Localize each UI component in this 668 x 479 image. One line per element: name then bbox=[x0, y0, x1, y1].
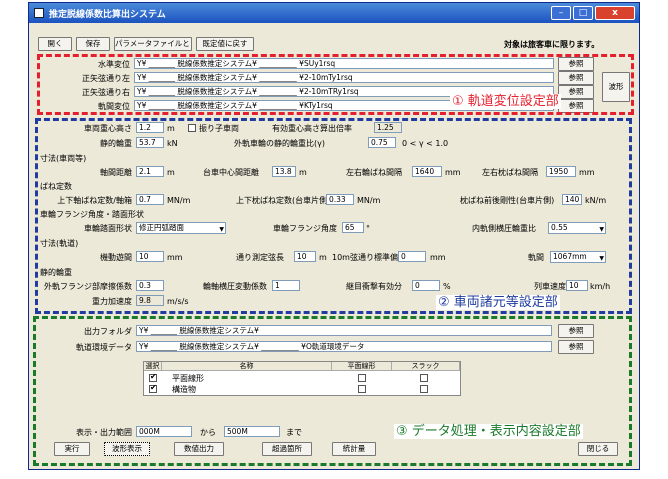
save-pattern-button[interactable]: パラメータファイルとして保存 bbox=[114, 37, 192, 51]
open-button[interactable]: 開く bbox=[38, 37, 72, 51]
save-button[interactable]: 保存 bbox=[76, 37, 110, 51]
minimize-button[interactable]: – bbox=[551, 6, 571, 20]
processing-settings-region bbox=[33, 316, 632, 466]
track-settings-annotation: ① 軌道変位設定部 bbox=[450, 94, 561, 109]
vehicle-settings-annotation: ② 車両諸元等設定部 bbox=[436, 295, 560, 310]
window-title: 推定脱線係数比算出システム bbox=[49, 10, 166, 20]
vehicle-settings-region bbox=[35, 118, 632, 314]
reset-defaults-button[interactable]: 既定値に戻す bbox=[196, 37, 254, 51]
notice-text: 対象は旅客車に限ります。 bbox=[504, 40, 600, 49]
maximize-button[interactable]: □ bbox=[573, 6, 593, 20]
app-icon bbox=[34, 8, 44, 18]
processing-settings-annotation: ③ データ処理・表示内容設定部 bbox=[394, 424, 583, 439]
title-bar: 推定脱線係数比算出システム – □ x bbox=[29, 3, 639, 23]
close-window-button[interactable]: x bbox=[595, 6, 635, 20]
